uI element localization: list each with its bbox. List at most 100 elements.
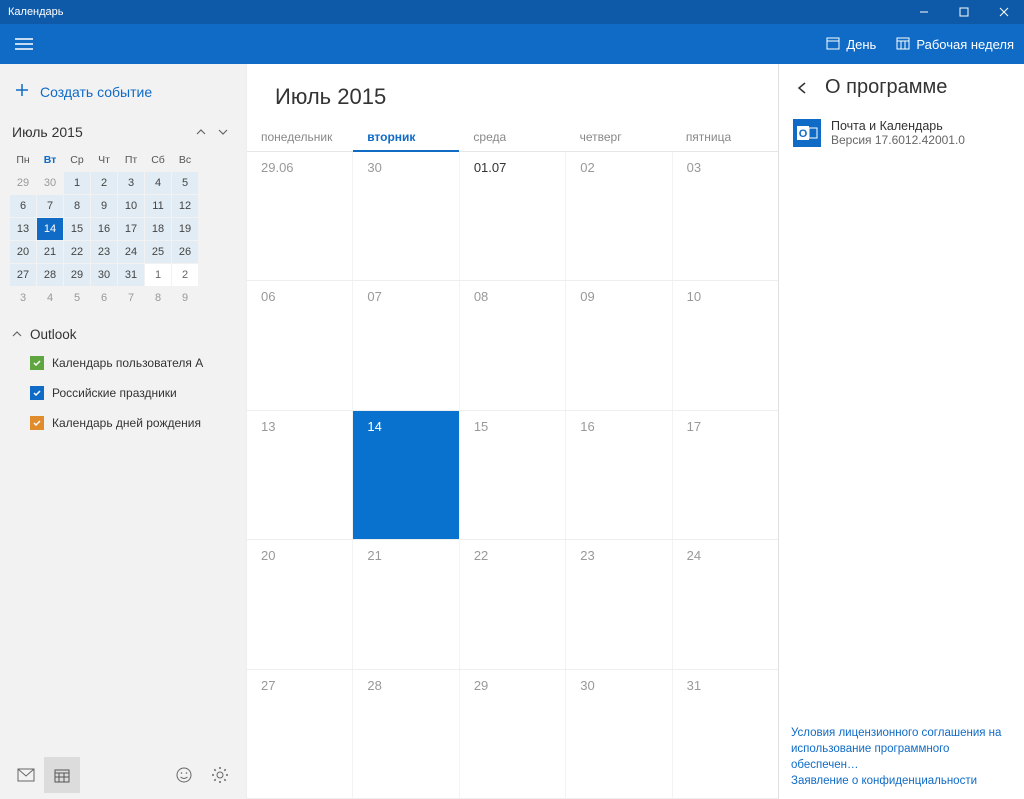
day-cell[interactable]: 16 [566, 411, 672, 539]
mini-day-cell[interactable]: 30 [37, 172, 63, 194]
mini-day-cell[interactable]: 26 [172, 241, 198, 263]
mini-day-cell[interactable]: 5 [64, 287, 90, 309]
day-cell[interactable]: 20 [247, 540, 353, 668]
mini-day-cell[interactable]: 10 [118, 195, 144, 217]
day-cell[interactable]: 03 [673, 152, 778, 280]
mini-day-cell[interactable]: 19 [172, 218, 198, 240]
weekday-header[interactable]: пятница [672, 124, 778, 151]
mini-day-cell[interactable]: 6 [91, 287, 117, 309]
day-cell[interactable]: 23 [566, 540, 672, 668]
mini-day-cell[interactable]: 29 [10, 172, 36, 194]
mini-day-cell[interactable]: 18 [145, 218, 171, 240]
mini-day-cell[interactable]: 28 [37, 264, 63, 286]
sidebar: Создать событие Июль 2015 ПнВтСрЧтПтСбВс… [0, 64, 246, 799]
mini-day-cell[interactable]: 24 [118, 241, 144, 263]
mini-day-cell[interactable]: 1 [145, 264, 171, 286]
day-cell[interactable]: 10 [673, 281, 778, 409]
day-cell[interactable]: 13 [247, 411, 353, 539]
maximize-button[interactable] [944, 0, 984, 24]
mini-day-cell[interactable]: 16 [91, 218, 117, 240]
license-link[interactable]: Условия лицензионного соглашения на испо… [791, 725, 1012, 773]
day-cell[interactable]: 09 [566, 281, 672, 409]
account-header-toggle[interactable]: Outlook [12, 321, 234, 348]
mini-day-cell[interactable]: 29 [64, 264, 90, 286]
mini-day-cell[interactable]: 11 [145, 195, 171, 217]
day-cell[interactable]: 29.06 [247, 152, 353, 280]
mini-day-cell[interactable]: 23 [91, 241, 117, 263]
weekday-header[interactable]: среда [459, 124, 565, 151]
mini-calendar-next-button[interactable] [212, 121, 234, 143]
mini-day-cell[interactable]: 7 [37, 195, 63, 217]
day-cell[interactable]: 01.07 [460, 152, 566, 280]
mini-day-cell[interactable]: 9 [172, 287, 198, 309]
mini-day-cell[interactable]: 8 [145, 287, 171, 309]
mini-day-cell[interactable]: 31 [118, 264, 144, 286]
mini-day-cell[interactable]: 21 [37, 241, 63, 263]
day-cell[interactable]: 21 [353, 540, 459, 668]
mini-day-cell[interactable]: 17 [118, 218, 144, 240]
day-cell[interactable]: 06 [247, 281, 353, 409]
day-cell[interactable]: 14 [353, 411, 459, 539]
mini-day-cell[interactable]: 22 [64, 241, 90, 263]
about-back-button[interactable] [793, 78, 813, 98]
mini-day-cell[interactable]: 4 [145, 172, 171, 194]
calendar-checkbox-item[interactable]: Календарь дней рождения [12, 408, 234, 438]
calendar-checkbox-item[interactable]: Российские праздники [12, 378, 234, 408]
view-day-button[interactable]: День [816, 24, 886, 64]
day-cell[interactable]: 29 [460, 670, 566, 798]
mini-day-cell[interactable]: 6 [10, 195, 36, 217]
mini-day-cell[interactable]: 7 [118, 287, 144, 309]
mini-calendar-prev-button[interactable] [190, 121, 212, 143]
checkbox-icon [30, 356, 44, 370]
day-cell[interactable]: 15 [460, 411, 566, 539]
day-cell[interactable]: 08 [460, 281, 566, 409]
day-cell[interactable]: 31 [673, 670, 778, 798]
mini-day-cell[interactable]: 1 [64, 172, 90, 194]
calendar-checkbox-item[interactable]: Календарь пользователя А [12, 348, 234, 378]
day-cell[interactable]: 22 [460, 540, 566, 668]
mini-day-cell[interactable]: 25 [145, 241, 171, 263]
mini-day-cell[interactable]: 13 [10, 218, 36, 240]
calendar-button[interactable] [44, 757, 80, 793]
weekday-header[interactable]: вторник [353, 124, 459, 152]
mini-day-cell[interactable]: 4 [37, 287, 63, 309]
settings-button[interactable] [202, 757, 238, 793]
feedback-button[interactable] [166, 757, 202, 793]
day-cell[interactable]: 24 [673, 540, 778, 668]
minimize-button[interactable] [904, 0, 944, 24]
mini-day-cell[interactable]: 15 [64, 218, 90, 240]
mini-day-cell[interactable]: 14 [37, 218, 63, 240]
mail-button[interactable] [8, 757, 44, 793]
outlook-app-icon: O [793, 119, 821, 147]
day-cell[interactable]: 28 [353, 670, 459, 798]
day-cell[interactable]: 27 [247, 670, 353, 798]
privacy-link[interactable]: Заявление о конфиденциальности [791, 773, 1012, 789]
calendar-week-icon [896, 36, 910, 53]
about-title: О программе [825, 76, 947, 99]
calendar-label: Календарь дней рождения [52, 416, 201, 430]
mini-day-cell[interactable]: 9 [91, 195, 117, 217]
view-work-week-button[interactable]: Рабочая неделя [886, 24, 1024, 64]
day-cell[interactable]: 02 [566, 152, 672, 280]
hamburger-menu-button[interactable] [0, 24, 48, 64]
mini-day-cell[interactable]: 27 [10, 264, 36, 286]
day-cell[interactable]: 30 [566, 670, 672, 798]
day-cell[interactable]: 07 [353, 281, 459, 409]
weekday-header[interactable]: понедельник [247, 124, 353, 151]
weekday-header[interactable]: четверг [566, 124, 672, 151]
close-button[interactable] [984, 0, 1024, 24]
month-row: 2728293031 [247, 670, 778, 799]
mini-day-cell[interactable]: 3 [118, 172, 144, 194]
mini-day-cell[interactable]: 30 [91, 264, 117, 286]
mini-day-cell[interactable]: 2 [172, 264, 198, 286]
create-event-button[interactable]: Создать событие [0, 64, 246, 117]
day-cell[interactable]: 30 [353, 152, 459, 280]
day-cell[interactable]: 17 [673, 411, 778, 539]
mini-day-cell[interactable]: 8 [64, 195, 90, 217]
mini-day-cell[interactable]: 20 [10, 241, 36, 263]
about-pane: О программе O Почта и Календарь Версия 1… [778, 64, 1024, 799]
mini-day-cell[interactable]: 5 [172, 172, 198, 194]
mini-day-cell[interactable]: 3 [10, 287, 36, 309]
mini-day-cell[interactable]: 12 [172, 195, 198, 217]
mini-day-cell[interactable]: 2 [91, 172, 117, 194]
